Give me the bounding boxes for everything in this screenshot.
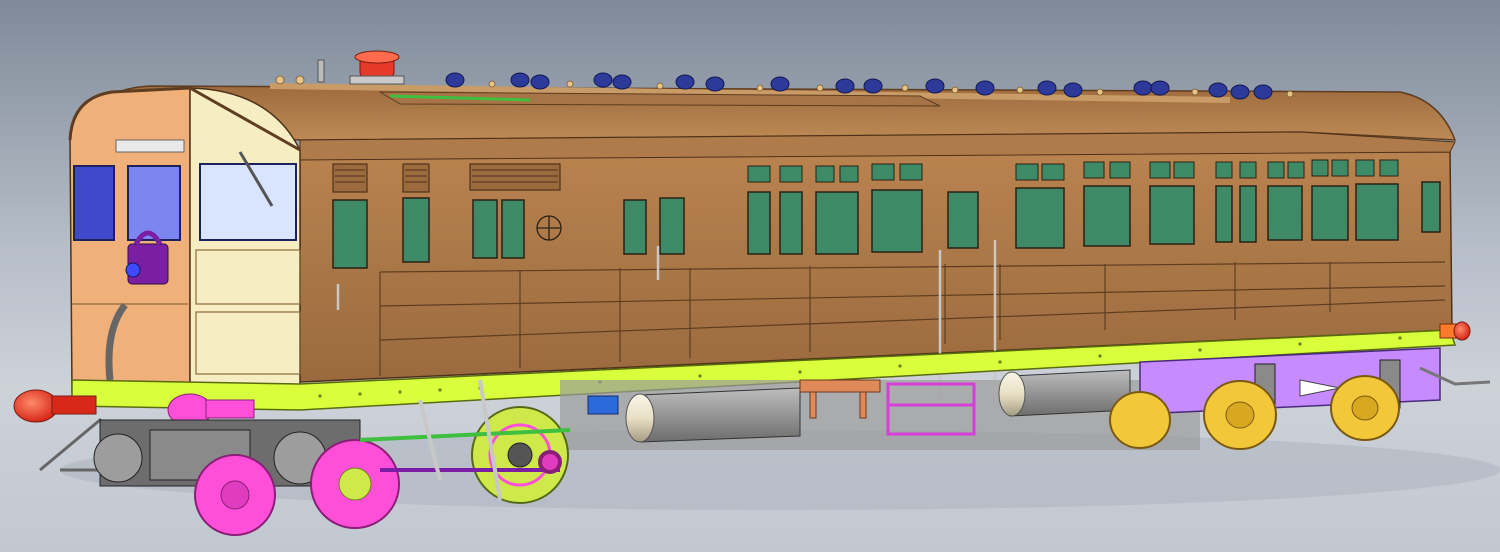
- wheel-rear-2-icon: [1203, 380, 1277, 450]
- cab-side: [189, 87, 301, 397]
- blue-box: [587, 395, 619, 415]
- cab-end: [69, 87, 191, 397]
- roof-chimney-icon: [349, 50, 405, 85]
- wheel-front-2-icon: [310, 439, 400, 529]
- cad-render: [0, 0, 1500, 552]
- cab-window-left: [73, 165, 115, 241]
- destination-board: [115, 139, 185, 153]
- rear-lamp-icon: [1439, 321, 1471, 341]
- cab-window-center: [127, 165, 181, 241]
- railcar-illustration: [13, 50, 1500, 536]
- wheel-front-1-icon: [194, 454, 276, 536]
- vacuum-cylinder-1: [625, 387, 801, 443]
- wheel-rear-3-icon: [1330, 375, 1400, 441]
- wheel-rear-1-icon: [1109, 391, 1171, 449]
- door-porthole-icon: [536, 215, 562, 241]
- vacuum-cylinder-2: [998, 369, 1131, 417]
- cab-side-window: [199, 163, 297, 241]
